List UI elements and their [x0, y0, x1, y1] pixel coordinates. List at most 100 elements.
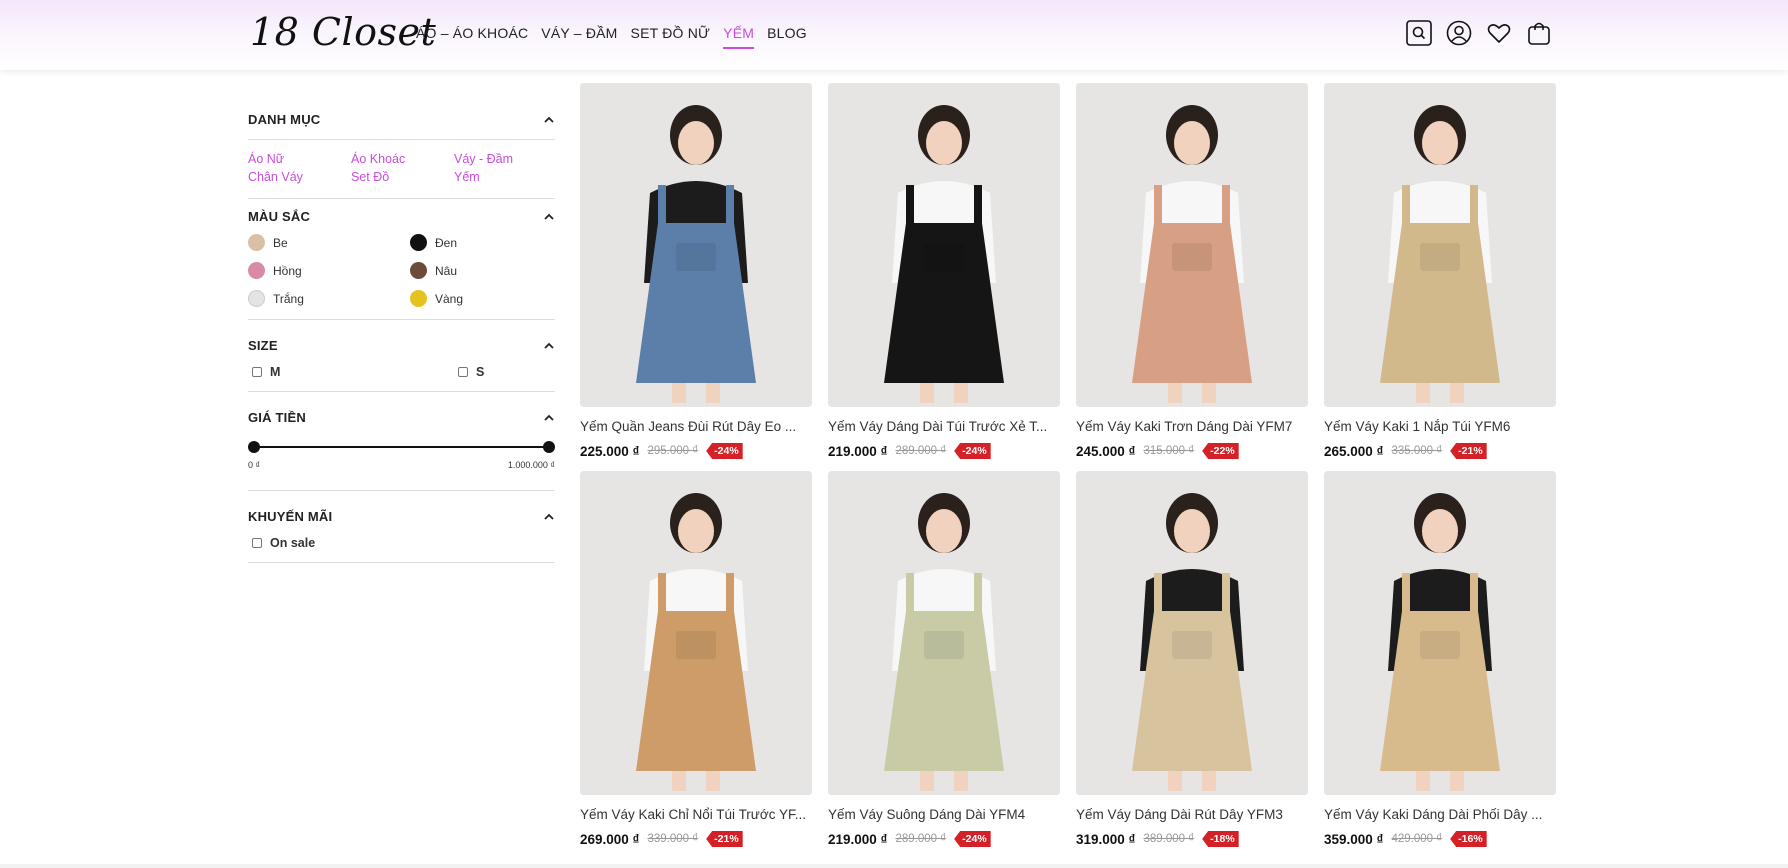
category-ao-khoac[interactable]: Áo Khoác — [351, 152, 454, 166]
nav-yem[interactable]: YẾM — [723, 25, 755, 49]
product-photo-illustration — [828, 471, 1060, 795]
product-image[interactable] — [1324, 471, 1556, 795]
nav-vay-dam[interactable]: VÁY – ĐẦM — [541, 25, 617, 49]
discount-badge: -24% — [954, 831, 991, 847]
product-card[interactable]: Yếm Váy Kaki 1 Nắp Túi YFM6 265.000 ₫ 33… — [1324, 83, 1556, 460]
color-option-trang[interactable]: Trắng — [248, 290, 410, 307]
product-old-price: 429.000 ₫ — [1391, 833, 1443, 845]
product-image[interactable] — [828, 471, 1060, 795]
user-icon[interactable] — [1446, 20, 1472, 46]
product-card[interactable]: Yếm Váy Dáng Dài Rút Dây YFM3 319.000 ₫ … — [1076, 471, 1308, 848]
product-prices: 319.000 ₫ 389.000 ₫ -18% — [1076, 830, 1308, 848]
category-set-do[interactable]: Set Đồ — [351, 170, 454, 184]
discount-badge: -22% — [1202, 443, 1239, 459]
product-price: 219.000 ₫ — [828, 443, 888, 459]
product-image[interactable] — [580, 83, 812, 407]
filter-promo-title: KHUYẾN MÃI — [248, 509, 333, 524]
product-card[interactable]: Yếm Váy Suông Dáng Dài YFM4 219.000 ₫ 28… — [828, 471, 1060, 848]
price-slider[interactable] — [248, 441, 555, 453]
on-sale-checkbox[interactable] — [252, 538, 262, 548]
product-old-price: 339.000 ₫ — [647, 833, 699, 845]
product-name[interactable]: Yếm Váy Dáng Dài Túi Trước Xẻ T... — [828, 419, 1060, 434]
filter-color: MÀU SẮC Be Đen Hồng Nâu Trắng Vàng — [248, 199, 555, 320]
product-old-price: 315.000 ₫ — [1143, 445, 1195, 457]
product-image[interactable] — [828, 83, 1060, 407]
category-yem[interactable]: Yếm — [454, 170, 555, 184]
color-swatch — [410, 290, 427, 307]
size-list: M S — [248, 353, 555, 391]
product-card[interactable]: Yếm Váy Dáng Dài Túi Trước Xẻ T... 219.0… — [828, 83, 1060, 460]
product-image[interactable] — [1076, 83, 1308, 407]
filter-size-header[interactable]: SIZE — [248, 338, 555, 353]
chevron-up-icon[interactable] — [543, 340, 555, 352]
color-option-vang[interactable]: Vàng — [410, 290, 555, 307]
filter-color-title: MÀU SẮC — [248, 209, 311, 224]
price-min-label: 0 ₫ — [248, 460, 261, 470]
color-option-den[interactable]: Đen — [410, 234, 555, 251]
product-image[interactable] — [580, 471, 812, 795]
filter-color-header[interactable]: MÀU SẮC — [248, 209, 555, 224]
color-swatch — [248, 234, 265, 251]
color-label: Trắng — [273, 291, 304, 306]
product-prices: 245.000 ₫ 315.000 ₫ -22% — [1076, 442, 1308, 460]
chevron-up-icon[interactable] — [543, 412, 555, 424]
site-header: 18 Closet ÁO – ÁO KHOÁC VÁY – ĐẦM SET ĐỒ… — [0, 0, 1788, 70]
discount-badge: -21% — [706, 831, 743, 847]
promo-option-on-sale[interactable]: On sale — [248, 536, 555, 550]
nav-ao-ao-khoac[interactable]: ÁO – ÁO KHOÁC — [416, 25, 528, 49]
category-chan-vay[interactable]: Chân Váy — [248, 170, 351, 184]
product-photo-illustration — [1324, 471, 1556, 795]
filter-promo-header[interactable]: KHUYẾN MÃI — [248, 509, 555, 524]
chevron-up-icon[interactable] — [543, 211, 555, 223]
color-option-be[interactable]: Be — [248, 234, 410, 251]
product-name[interactable]: Yếm Váy Kaki Trơn Dáng Dài YFM7 — [1076, 419, 1308, 434]
nav-blog[interactable]: BLOG — [767, 25, 807, 49]
discount-badge: -21% — [1450, 443, 1487, 459]
product-name[interactable]: Yếm Váy Dáng Dài Rút Dây YFM3 — [1076, 807, 1308, 822]
chevron-up-icon[interactable] — [543, 511, 555, 523]
size-option-s[interactable]: S — [454, 365, 555, 379]
color-option-hong[interactable]: Hồng — [248, 262, 410, 279]
product-prices: 265.000 ₫ 335.000 ₫ -21% — [1324, 442, 1556, 460]
product-card[interactable]: Yếm Quần Jeans Đùi Rút Dây Eo ... 225.00… — [580, 83, 812, 460]
discount-badge: -16% — [1450, 831, 1487, 847]
site-logo[interactable]: 18 Closet — [250, 10, 436, 54]
chevron-up-icon[interactable] — [543, 114, 555, 126]
size-checkbox[interactable] — [458, 367, 468, 377]
product-name[interactable]: Yếm Váy Kaki Dáng Dài Phối Dây ... — [1324, 807, 1556, 822]
filter-category: DANH MỤC Áo Nữ Áo Khoác Váy - Đầm Chân V… — [248, 100, 555, 199]
cart-icon[interactable] — [1526, 20, 1552, 46]
header-actions — [1406, 20, 1552, 46]
product-image[interactable] — [1324, 83, 1556, 407]
product-name[interactable]: Yếm Váy Kaki Chỉ Nổi Túi Trước YF... — [580, 807, 812, 822]
color-option-nau[interactable]: Nâu — [410, 262, 555, 279]
size-option-m[interactable]: M — [248, 365, 454, 379]
filter-price-header[interactable]: GIÁ TIỀN — [248, 410, 555, 425]
product-grid: Yếm Quần Jeans Đùi Rút Dây Eo ... 225.00… — [580, 83, 1556, 848]
size-checkbox[interactable] — [252, 367, 262, 377]
filter-price-title: GIÁ TIỀN — [248, 410, 306, 425]
product-name[interactable]: Yếm Váy Suông Dáng Dài YFM4 — [828, 807, 1060, 822]
product-card[interactable]: Yếm Váy Kaki Trơn Dáng Dài YFM7 245.000 … — [1076, 83, 1308, 460]
product-image[interactable] — [1076, 471, 1308, 795]
heart-icon[interactable] — [1486, 20, 1512, 46]
product-card[interactable]: Yếm Váy Kaki Dáng Dài Phối Dây ... 359.0… — [1324, 471, 1556, 848]
price-max-handle[interactable] — [543, 441, 555, 453]
category-list: Áo Nữ Áo Khoác Váy - Đầm Chân Váy Set Đồ… — [248, 140, 555, 198]
category-ao-nu[interactable]: Áo Nữ — [248, 152, 351, 166]
product-price: 269.000 ₫ — [580, 831, 640, 847]
search-icon[interactable] — [1406, 20, 1432, 46]
discount-badge: -24% — [706, 443, 743, 459]
filter-category-header[interactable]: DANH MỤC — [248, 112, 555, 140]
product-card[interactable]: Yếm Váy Kaki Chỉ Nổi Túi Trước YF... 269… — [580, 471, 812, 848]
nav-set-do-nu[interactable]: SET ĐỒ NỮ — [631, 25, 711, 49]
filter-size-title: SIZE — [248, 338, 278, 353]
category-vay-dam[interactable]: Váy - Đầm — [454, 152, 555, 166]
product-old-price: 289.000 ₫ — [895, 833, 947, 845]
color-swatch — [248, 262, 265, 279]
price-min-handle[interactable] — [248, 441, 260, 453]
product-name[interactable]: Yếm Váy Kaki 1 Nắp Túi YFM6 — [1324, 419, 1556, 434]
product-old-price: 335.000 ₫ — [1391, 445, 1443, 457]
product-name[interactable]: Yếm Quần Jeans Đùi Rút Dây Eo ... — [580, 419, 812, 434]
color-label: Nâu — [435, 263, 458, 278]
